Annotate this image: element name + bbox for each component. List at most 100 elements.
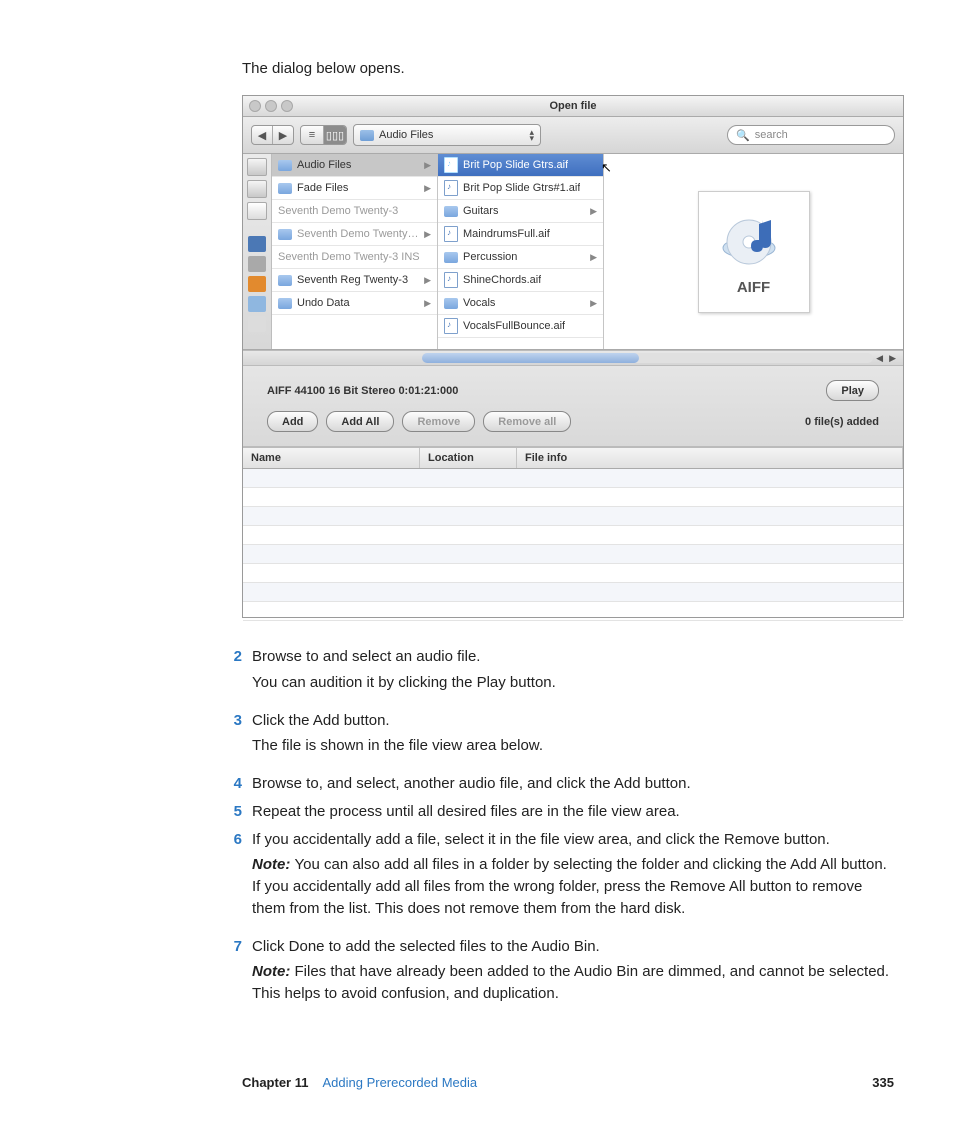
- step-note: Note: Files that have already been added…: [252, 961, 894, 1005]
- add-all-button[interactable]: Add All: [326, 411, 394, 432]
- table-row[interactable]: [243, 583, 903, 602]
- list-item[interactable]: Brit Pop Slide Gtrs.aif: [438, 154, 603, 177]
- home-icon[interactable]: [248, 256, 266, 272]
- item-label: Vocals: [463, 297, 495, 309]
- list-item[interactable]: Undo Data▶: [272, 292, 437, 315]
- step-text: Repeat the process until all desired fil…: [252, 801, 894, 823]
- list-item[interactable]: Audio Files ▶: [272, 154, 437, 177]
- table-row[interactable]: [243, 526, 903, 545]
- audio-file-icon: [444, 157, 458, 173]
- item-label: Percussion: [463, 251, 517, 263]
- scroll-left-icon[interactable]: ◀: [873, 353, 886, 364]
- table-row[interactable]: [243, 469, 903, 488]
- list-item[interactable]: Brit Pop Slide Gtrs#1.aif: [438, 177, 603, 200]
- chevron-right-icon: ▶: [590, 298, 597, 309]
- step-text: If you accidentally add a file, select i…: [252, 829, 894, 851]
- list-item[interactable]: Seventh Reg Twenty-3 ▶: [272, 269, 437, 292]
- back-icon[interactable]: ◀: [252, 126, 272, 144]
- col-header-name[interactable]: Name: [243, 448, 420, 468]
- add-button[interactable]: Add: [267, 411, 318, 432]
- list-item[interactable]: Seventh Demo Twenty-3…▶: [272, 223, 437, 246]
- list-item[interactable]: Guitars ▶: [438, 200, 603, 223]
- chevron-right-icon: ▶: [590, 206, 597, 217]
- list-item[interactable]: Vocals ▶: [438, 292, 603, 315]
- horizontal-scrollbar[interactable]: ◀ ▶: [243, 350, 903, 366]
- step-body: Browse to, and select, another audio fil…: [252, 773, 894, 795]
- folder-icon: [444, 298, 458, 309]
- view-mode-segment[interactable]: ≡ ▯▯▯: [300, 125, 347, 145]
- search-input[interactable]: 🔍 search: [727, 125, 895, 145]
- instruction-steps: 2Browse to and select an audio file.You …: [218, 646, 894, 1015]
- folder-icon: [278, 275, 292, 286]
- files-added-status: 0 file(s) added: [805, 416, 879, 428]
- browser-column-1[interactable]: Audio Files▶Fade Files▶Seventh Demo Twen…: [272, 154, 438, 349]
- item-label: Guitars: [463, 205, 498, 217]
- file-info-line: AIFF 44100 16 Bit Stereo 0:01:21:000: [267, 385, 458, 397]
- table-row[interactable]: [243, 488, 903, 507]
- step-body: If you accidentally add a file, select i…: [252, 829, 894, 930]
- list-item[interactable]: ShineChords.aif: [438, 269, 603, 292]
- chapter-label: Chapter 11: [242, 1075, 308, 1090]
- folder-icon: [278, 298, 292, 309]
- folder-icon: [278, 229, 292, 240]
- disk-icon[interactable]: [247, 180, 267, 198]
- col-header-location[interactable]: Location: [420, 448, 517, 468]
- applications-icon[interactable]: [248, 276, 266, 292]
- step-body: Browse to and select an audio file.You c…: [252, 646, 894, 704]
- list-item[interactable]: MaindrumsFull.aif: [438, 223, 603, 246]
- item-label: Audio Files: [297, 159, 351, 171]
- remove-all-button[interactable]: Remove all: [483, 411, 571, 432]
- item-label: Seventh Reg Twenty-3: [297, 274, 408, 286]
- intro-text: The dialog below opens.: [242, 60, 405, 77]
- desktop-icon[interactable]: [248, 236, 266, 252]
- documents-icon[interactable]: [248, 296, 266, 312]
- path-dropdown[interactable]: Audio Files ▴▾: [353, 124, 541, 146]
- disk-icon[interactable]: [247, 158, 267, 176]
- step-body: Repeat the process until all desired fil…: [252, 801, 894, 823]
- column-browser: Audio Files▶Fade Files▶Seventh Demo Twen…: [243, 154, 903, 350]
- table-row[interactable]: [243, 564, 903, 583]
- item-label: VocalsFullBounce.aif: [463, 320, 565, 332]
- step-subtext: The file is shown in the file view area …: [252, 735, 894, 757]
- sidebar: [243, 154, 272, 349]
- list-item[interactable]: Seventh Demo Twenty-3 INS: [272, 246, 437, 269]
- search-icon: 🔍: [736, 129, 750, 142]
- item-label: Brit Pop Slide Gtrs.aif: [463, 159, 568, 171]
- page-footer: Chapter 11 Adding Prerecorded Media 335: [218, 1075, 894, 1090]
- list-item[interactable]: Percussion ▶: [438, 246, 603, 269]
- remove-button[interactable]: Remove: [402, 411, 475, 432]
- nav-back-forward[interactable]: ◀ ▶: [251, 125, 294, 145]
- folder-icon: [444, 206, 458, 217]
- audio-file-icon: [444, 318, 458, 334]
- col-header-fileinfo[interactable]: File info: [517, 448, 903, 468]
- step-number: 2: [218, 646, 242, 704]
- disk-icon[interactable]: [247, 202, 267, 220]
- chevron-right-icon: ▶: [590, 252, 597, 263]
- step-number: 6: [218, 829, 242, 930]
- step-number: 4: [218, 773, 242, 795]
- list-item[interactable]: Seventh Demo Twenty-3: [272, 200, 437, 223]
- list-view-icon[interactable]: ≡: [301, 126, 323, 144]
- browser-column-2[interactable]: Brit Pop Slide Gtrs.aif Brit Pop Slide Gt…: [438, 154, 604, 349]
- folder-icon[interactable]: [248, 316, 266, 332]
- info-panel: AIFF 44100 16 Bit Stereo 0:01:21:000 Pla…: [243, 366, 903, 447]
- file-preview: AIFF: [698, 191, 810, 313]
- chevron-right-icon: ▶: [424, 275, 431, 286]
- table-row[interactable]: [243, 545, 903, 564]
- table-row[interactable]: [243, 507, 903, 526]
- step-text: Click the Add button.: [252, 710, 894, 732]
- step-body: Click Done to add the selected files to …: [252, 936, 894, 1015]
- chevron-right-icon: ▶: [424, 160, 431, 171]
- play-button[interactable]: Play: [826, 380, 879, 401]
- audio-file-icon: [444, 226, 458, 242]
- chapter-title: Adding Prerecorded Media: [322, 1075, 872, 1090]
- chevron-right-icon: ▶: [424, 183, 431, 194]
- scroll-right-icon[interactable]: ▶: [886, 353, 899, 364]
- step-body: Click the Add button. The file is shown i…: [252, 710, 894, 768]
- forward-icon[interactable]: ▶: [272, 126, 293, 144]
- list-item[interactable]: Fade Files▶: [272, 177, 437, 200]
- list-item[interactable]: VocalsFullBounce.aif: [438, 315, 603, 338]
- step-number: 7: [218, 936, 242, 1015]
- column-view-icon[interactable]: ▯▯▯: [323, 126, 346, 144]
- table-row[interactable]: [243, 602, 903, 621]
